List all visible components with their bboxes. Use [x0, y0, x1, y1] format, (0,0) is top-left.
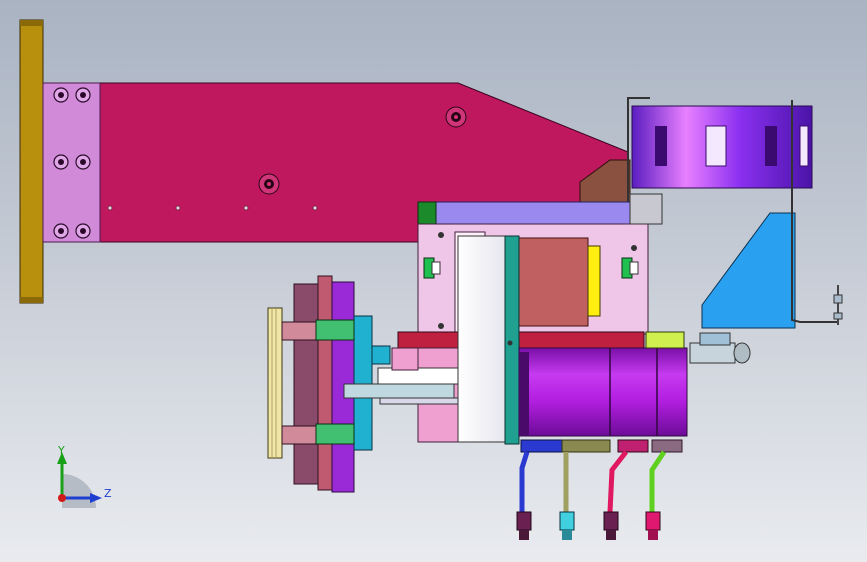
cable-clip[interactable]	[627, 97, 813, 205]
y-axis-label: Y	[57, 444, 65, 457]
assembly-drawing: Y Z	[19, 19, 843, 540]
mount-plate[interactable]	[19, 19, 44, 304]
z-axis-label: Z	[104, 487, 112, 500]
screw-icon	[258, 173, 280, 195]
mount-pad[interactable]	[42, 82, 101, 243]
cable-connectors[interactable]	[516, 439, 683, 540]
screw-icon	[445, 106, 467, 128]
servo-motor[interactable]	[518, 331, 751, 437]
motor-flange	[397, 331, 645, 349]
slide-block[interactable]	[417, 193, 663, 335]
cad-viewport[interactable]: Y Z	[0, 0, 867, 562]
screw-icon	[833, 285, 843, 325]
coordinate-triad: Y Z	[57, 444, 112, 508]
